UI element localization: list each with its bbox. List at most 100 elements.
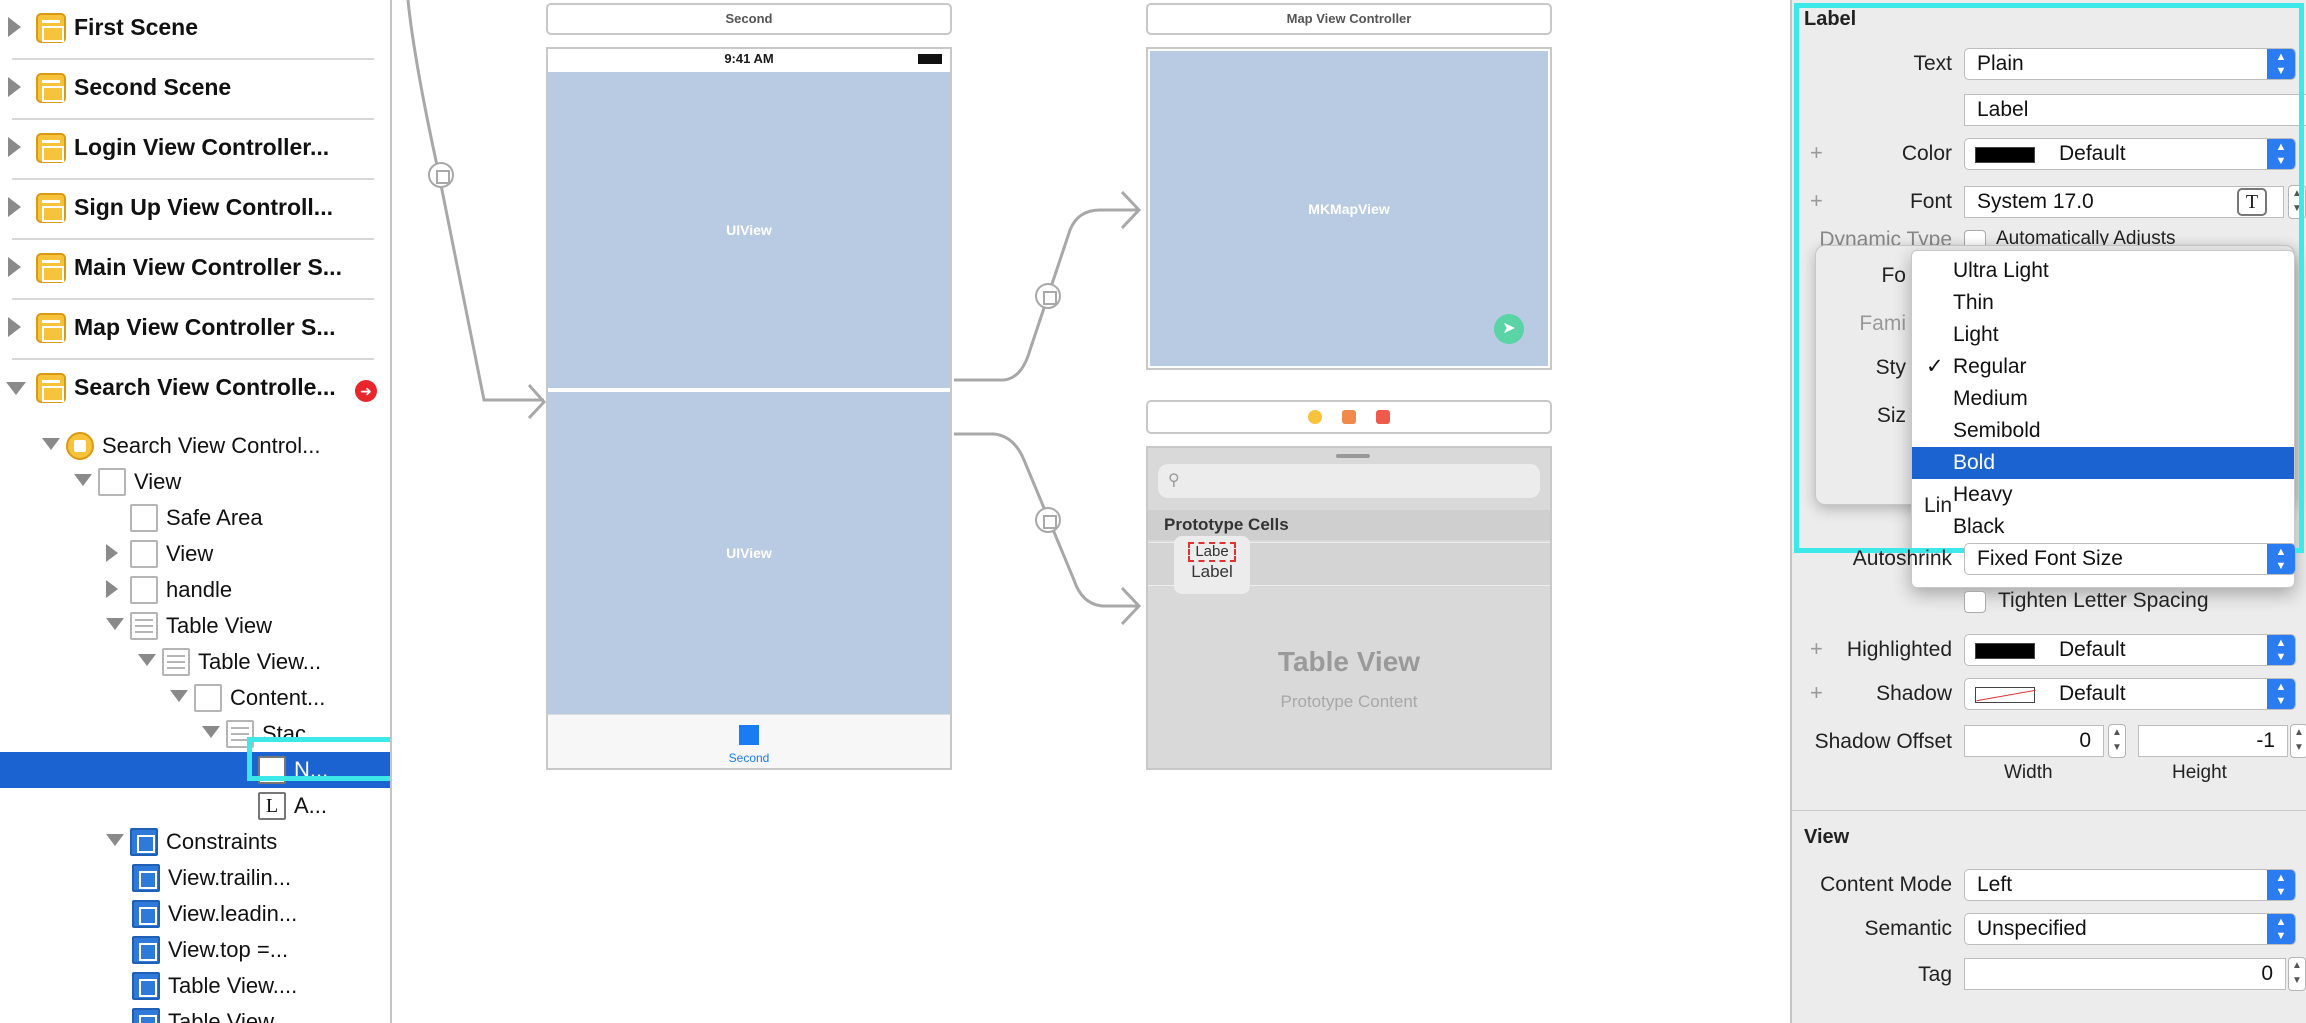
- scene-label: Second Scene: [74, 74, 232, 100]
- segue-icon[interactable]: [428, 162, 454, 188]
- outline-node[interactable]: Table View...: [0, 644, 390, 680]
- map-view[interactable]: MKMapView: [1150, 51, 1548, 366]
- top-uiview[interactable]: UIView: [548, 72, 950, 388]
- scene-row[interactable]: Second Scene: [0, 60, 390, 120]
- scene-label: First Scene: [74, 14, 198, 40]
- first-responder-dock-icon[interactable]: [1342, 410, 1356, 424]
- outline-node[interactable]: L A...: [0, 788, 390, 824]
- popup-arrows-icon: ▲▼: [2267, 870, 2295, 900]
- scene-icon: [36, 133, 66, 163]
- tag-field[interactable]: 0: [1964, 958, 2286, 990]
- xcode-window: First Scene Second Scene Login View Contro…: [0, 0, 2306, 1023]
- disclosure-triangle-icon[interactable]: [42, 438, 60, 450]
- shadow-height-stepper[interactable]: ▲ ▼: [2290, 724, 2306, 758]
- outline-node-label: View: [134, 469, 182, 494]
- outline-node[interactable]: View: [0, 464, 390, 500]
- disclosure-triangle-icon[interactable]: [106, 580, 118, 598]
- disclosure-triangle-icon[interactable]: [8, 197, 21, 217]
- outline-node-label: View.leadin...: [168, 901, 298, 926]
- tab-square-icon[interactable]: [739, 725, 759, 745]
- outline-node[interactable]: Search View Control...: [0, 428, 390, 464]
- disclosure-triangle-icon[interactable]: [106, 834, 124, 846]
- disclosure-triangle-icon[interactable]: [106, 544, 118, 562]
- disclosure-triangle-icon[interactable]: [8, 137, 21, 157]
- segue-icon[interactable]: [1035, 283, 1061, 309]
- scene-row[interactable]: Login View Controller...: [0, 120, 390, 180]
- outline-node[interactable]: Safe Area: [0, 500, 390, 536]
- autoshrink-popup[interactable]: Fixed Font Size ▲ ▼: [1964, 543, 2296, 575]
- shadow-value: Default: [2059, 682, 2126, 705]
- disclosure-triangle-icon[interactable]: [170, 690, 188, 702]
- cell-stack-view[interactable]: Labe Label: [1174, 536, 1250, 594]
- scene-row[interactable]: First Scene: [0, 0, 390, 60]
- uiview-label: UIView: [726, 545, 772, 561]
- segue-icon[interactable]: [1035, 507, 1061, 533]
- scene-label: Sign Up View Controll...: [74, 194, 333, 220]
- shadow-label: Shadow: [1876, 682, 1952, 705]
- view-controller-dock-icon[interactable]: [1308, 410, 1322, 424]
- shadow-offset-width-field[interactable]: 0: [1964, 725, 2104, 757]
- outline-node[interactable]: View.leadin...: [0, 896, 390, 932]
- disclosure-triangle-icon[interactable]: [106, 618, 124, 630]
- semantic-value: Unspecified: [1977, 917, 2087, 940]
- warning-arrow-icon[interactable]: ➜: [355, 380, 377, 402]
- disclosure-triangle-icon[interactable]: [202, 726, 220, 738]
- scene-row[interactable]: Search View Controlle... ➜: [0, 360, 390, 420]
- disclosure-triangle-icon[interactable]: [74, 474, 92, 486]
- second-scene-title[interactable]: Second: [546, 3, 952, 35]
- outline-node[interactable]: View.top =...: [0, 932, 390, 968]
- content-mode-popup[interactable]: Left ▲ ▼: [1964, 869, 2296, 901]
- outline-node[interactable]: View.trailin...: [0, 860, 390, 896]
- handle-bar[interactable]: [1336, 454, 1370, 458]
- scene-row[interactable]: Main View Controller S...: [0, 240, 390, 300]
- outline-node-label: Table View....: [168, 1009, 298, 1023]
- highlighted-color-popup[interactable]: Default ▲ ▼: [1964, 634, 2296, 666]
- search-scene-dock[interactable]: [1146, 400, 1552, 434]
- tab-label[interactable]: Second: [548, 751, 950, 765]
- disclosure-triangle-icon[interactable]: [8, 17, 21, 37]
- second-scene-view[interactable]: 9:41 AM UIView UIView Second: [546, 47, 952, 770]
- cell-name-label[interactable]: Labe: [1188, 542, 1236, 562]
- map-scene-view[interactable]: MKMapView ➤: [1146, 47, 1552, 370]
- outline-node[interactable]: Constraints: [0, 824, 390, 860]
- scene-icon: [36, 373, 66, 403]
- map-scene-title[interactable]: Map View Controller: [1146, 3, 1552, 35]
- battery-icon: [918, 54, 942, 64]
- selection-highlight-outline: [247, 737, 390, 781]
- autoshrink-value: Fixed Font Size: [1977, 547, 2123, 570]
- semantic-popup[interactable]: Unspecified ▲ ▼: [1964, 913, 2296, 945]
- cell-detail-label[interactable]: Label: [1174, 562, 1250, 582]
- status-time: 9:41 AM: [724, 51, 774, 66]
- outline-node-label: Safe Area: [166, 505, 263, 530]
- highlighted-value: Default: [2059, 638, 2126, 661]
- shadow-width-stepper[interactable]: ▲ ▼: [2108, 724, 2126, 758]
- view-icon: [130, 540, 158, 568]
- storyboard-canvas[interactable]: Second 9:41 AM UIView UIView Second Map …: [394, 0, 1790, 1023]
- bottom-uiview[interactable]: UIView: [548, 392, 950, 714]
- search-scene-view[interactable]: ⚲ Prototype Cells Labe Label Table View …: [1146, 446, 1552, 770]
- shadow-offset-height-field[interactable]: -1: [2138, 725, 2288, 757]
- scene-row[interactable]: Sign Up View Controll...: [0, 180, 390, 240]
- scene-icon: [36, 313, 66, 343]
- outline-node[interactable]: handle: [0, 572, 390, 608]
- disclosure-triangle-icon[interactable]: [8, 317, 21, 337]
- disclosure-triangle-icon[interactable]: [8, 257, 21, 277]
- shadow-color-popup[interactable]: Default ▲ ▼: [1964, 678, 2296, 710]
- constraint-icon: [132, 900, 160, 928]
- tighten-letter-spacing-checkbox[interactable]: [1964, 591, 1986, 613]
- outline-node[interactable]: Table View....: [0, 1004, 390, 1023]
- search-bar[interactable]: ⚲: [1158, 464, 1540, 498]
- outline-node[interactable]: View: [0, 536, 390, 572]
- outline-node[interactable]: Table View....: [0, 968, 390, 1004]
- tag-stepper[interactable]: ▲ ▼: [2288, 957, 2306, 991]
- outline-node[interactable]: Content...: [0, 680, 390, 716]
- outline-node-label: Content...: [230, 685, 326, 710]
- disclosure-triangle-icon[interactable]: [138, 654, 156, 666]
- location-arrow-icon[interactable]: ➤: [1494, 314, 1524, 344]
- exit-dock-icon[interactable]: [1376, 410, 1390, 424]
- content-mode-value: Left: [1977, 873, 2013, 896]
- disclosure-triangle-icon[interactable]: [6, 382, 26, 395]
- outline-node[interactable]: Table View: [0, 608, 390, 644]
- disclosure-triangle-icon[interactable]: [8, 77, 21, 97]
- scene-row[interactable]: Map View Controller S...: [0, 300, 390, 360]
